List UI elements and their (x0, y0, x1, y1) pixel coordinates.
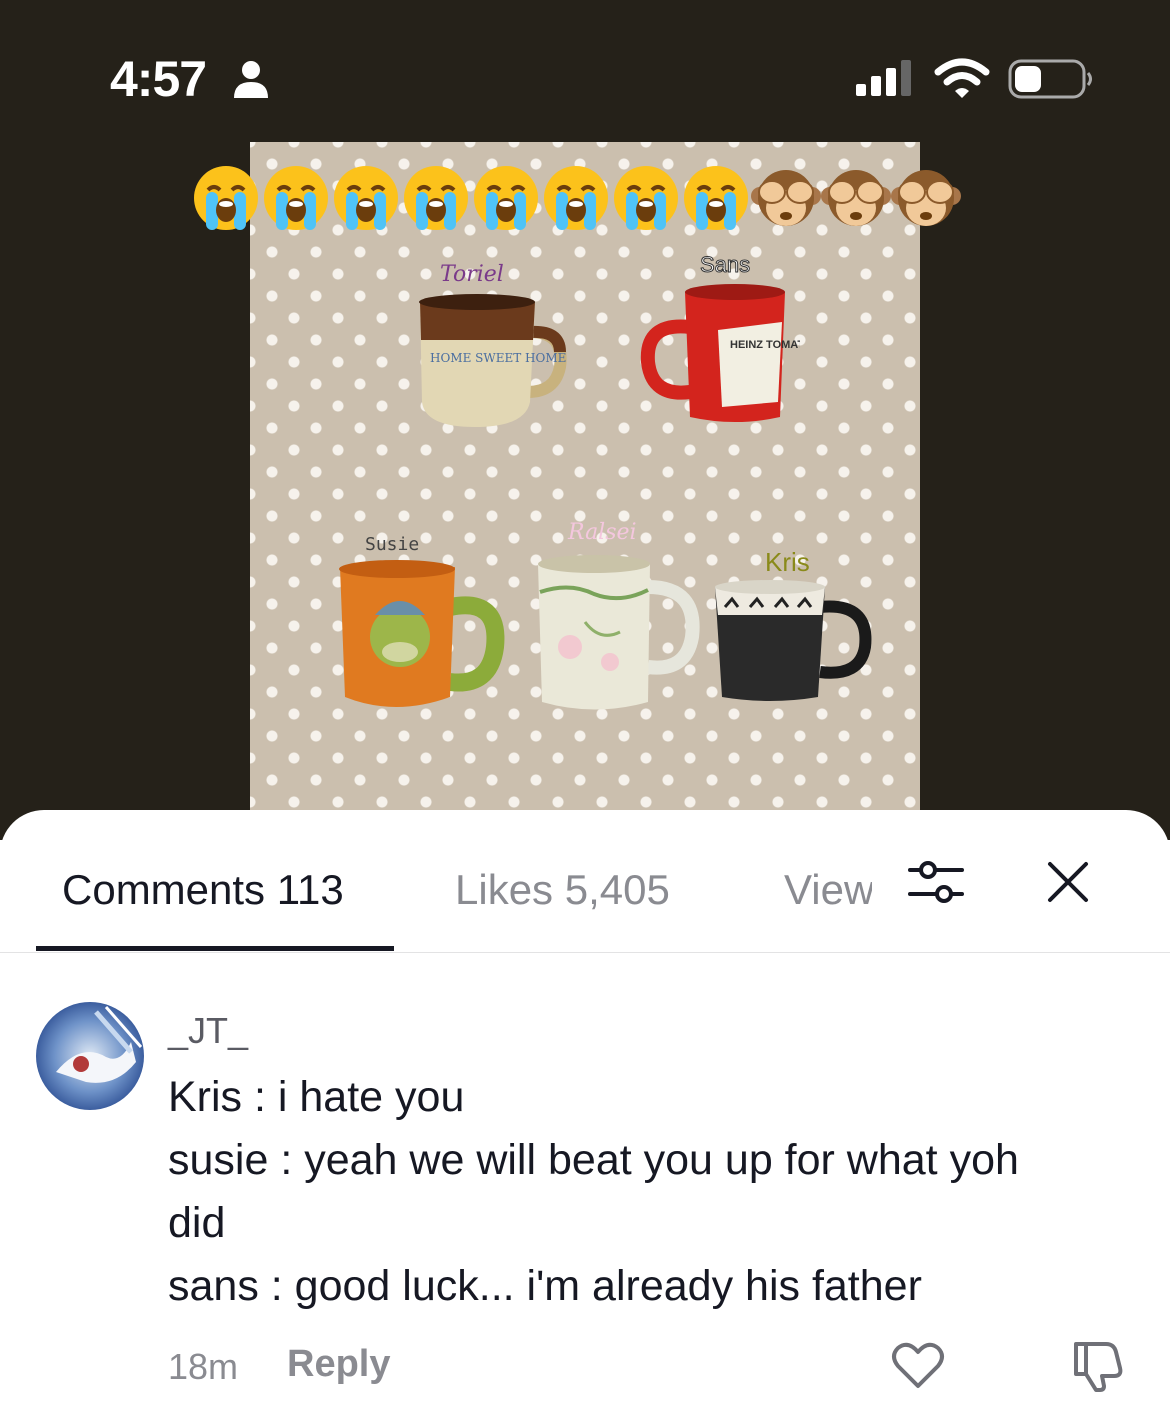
kris-mug (715, 580, 872, 701)
status-time: 4:57 (110, 51, 207, 107)
heart-icon[interactable] (890, 1340, 946, 1390)
reply-button[interactable]: Reply (287, 1343, 390, 1386)
tab-likes[interactable]: Likes 5,405 (455, 866, 670, 914)
toriel-mug: HOME SWEET HOME (419, 294, 567, 427)
loudly-crying-face-icon (404, 166, 468, 230)
tab-divider (0, 952, 1170, 953)
mug-label-kris: Kris (765, 547, 810, 577)
loudly-crying-face-icon (544, 166, 608, 230)
avatar[interactable] (36, 1002, 144, 1110)
comment-username[interactable]: _JT_ (168, 1010, 248, 1052)
mug-label-sans: Sans (699, 252, 751, 278)
cellular-signal-icon (856, 60, 911, 96)
loudly-crying-face-icon (684, 166, 748, 230)
battery-icon (1008, 59, 1092, 99)
see-no-evil-monkey-icon (751, 170, 821, 226)
see-no-evil-monkey-icon (821, 170, 891, 226)
loudly-crying-face-icon (194, 166, 258, 230)
comment-timestamp: 18m (168, 1346, 239, 1387)
filter-sliders-icon[interactable] (906, 856, 966, 908)
sans-mug: HEINZ TOMATO KETCHUP (640, 284, 800, 422)
person-icon (234, 61, 268, 98)
video-frame[interactable]: Toriel HOME SWEET HOME Sans HEINZ TOMATO… (250, 142, 920, 812)
comment-text: Kris : i hate you susie : yeah we will b… (168, 1066, 1128, 1318)
sans-mug-text: HEINZ TOMATO KETCHUP (730, 339, 800, 351)
loudly-crying-face-icon (474, 166, 538, 230)
loudly-crying-face-icon (614, 166, 678, 230)
emoji-overlay (190, 162, 990, 234)
comment-line: susie : yeah we will beat you up for wha… (168, 1136, 1019, 1184)
active-tab-indicator (36, 946, 394, 951)
close-icon[interactable] (1046, 860, 1090, 904)
mug-label-toriel: Toriel (440, 262, 504, 287)
loudly-crying-face-icon (264, 166, 328, 230)
dislike-icon[interactable] (1070, 1336, 1126, 1392)
toriel-mug-text: HOME SWEET HOME (430, 351, 566, 365)
loudly-crying-face-icon (334, 166, 398, 230)
ralsei-mug (538, 555, 700, 710)
comment-line: did (168, 1199, 226, 1247)
mug-label-ralsei: Ralsei (568, 520, 637, 545)
tab-view[interactable]: View (784, 866, 872, 914)
susie-mug (339, 560, 505, 707)
see-no-evil-monkey-icon (891, 170, 961, 226)
tab-comments[interactable]: Comments 113 (62, 866, 344, 914)
mug-label-susie: Susie (365, 534, 420, 555)
wifi-icon (934, 58, 990, 98)
comment-line: sans : good luck... i'm already his fath… (168, 1262, 922, 1310)
comment-line: Kris : i hate you (168, 1073, 465, 1121)
